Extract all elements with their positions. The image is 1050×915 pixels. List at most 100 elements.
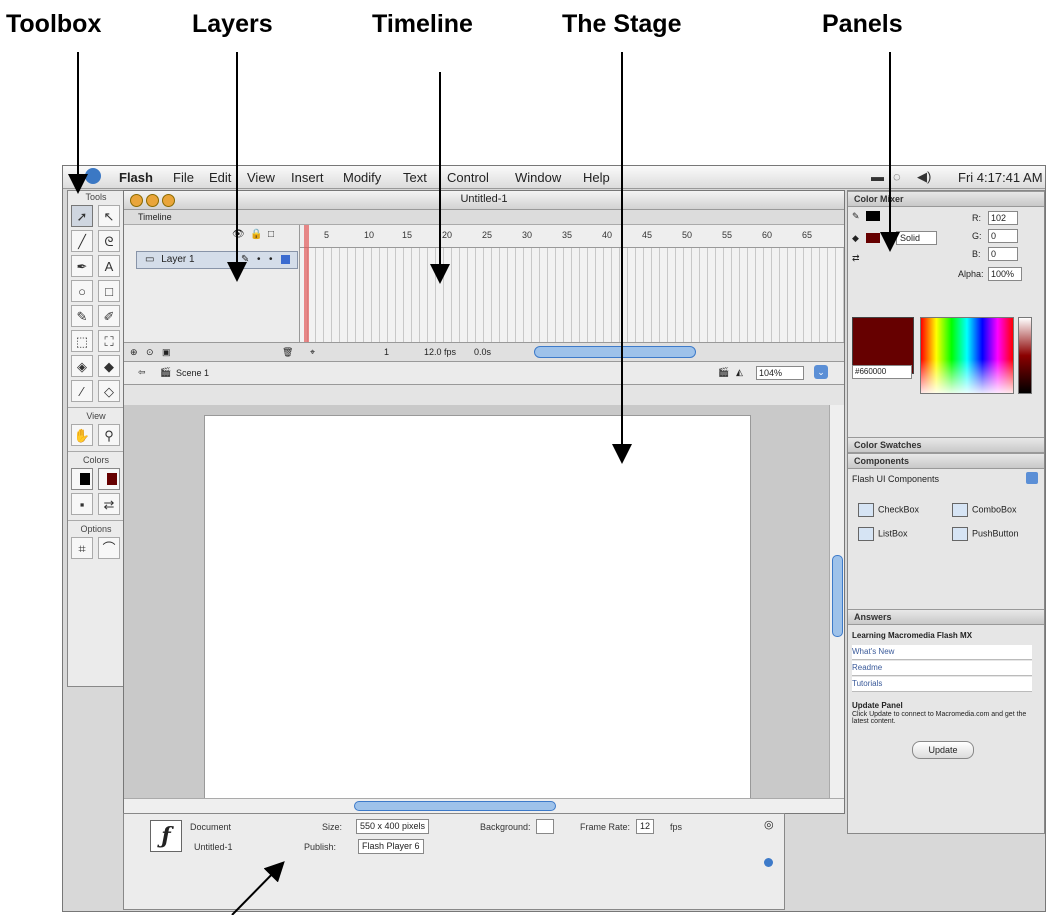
edit-scene-icon[interactable]: 🎬 — [718, 367, 729, 378]
menu-window[interactable]: Window — [515, 170, 561, 185]
outline-icon[interactable]: □ — [268, 229, 274, 240]
update-button[interactable]: Update — [912, 741, 974, 759]
subselect-tool-icon[interactable]: ↖ — [98, 205, 120, 227]
alpha-input[interactable]: 100% — [988, 267, 1022, 281]
answers-header[interactable]: Answers — [848, 609, 1044, 625]
timeline-frames[interactable]: 5 10 15 20 25 30 35 40 45 50 55 60 65 — [300, 225, 844, 361]
menu-edit[interactable]: Edit — [209, 170, 231, 185]
fill-type-select[interactable]: Solid — [896, 231, 937, 245]
text-tool-icon[interactable]: A — [98, 255, 120, 277]
component-checkbox[interactable]: CheckBox — [858, 503, 919, 517]
swap-colors-icon[interactable]: ⇄ — [98, 493, 120, 515]
fill-color-swatch[interactable] — [98, 468, 120, 490]
zoom-dropdown-icon[interactable]: ⌄ — [814, 365, 828, 379]
background-color-swatch[interactable] — [536, 819, 554, 834]
timeline-scroll-thumb[interactable] — [534, 346, 696, 358]
stage[interactable] — [204, 415, 751, 800]
menu-app-name[interactable]: Flash — [119, 170, 153, 185]
stroke-color-swatch[interactable] — [71, 468, 93, 490]
color-mixer-header[interactable]: Color Mixer — [848, 191, 1044, 207]
visibility-dot-icon[interactable]: • — [257, 252, 261, 268]
lock-dot-icon[interactable]: • — [269, 252, 273, 268]
frame-number: 45 — [642, 230, 653, 240]
zoom-field[interactable]: 104% — [756, 366, 804, 380]
paint-bucket-tool-icon[interactable]: ◆ — [98, 355, 120, 377]
stage-vertical-scrollbar[interactable] — [829, 405, 844, 798]
add-guide-icon[interactable]: ⊙ — [146, 347, 154, 358]
back-arrow-icon[interactable]: ⇦ — [138, 367, 146, 378]
add-layer-icon[interactable]: ⊕ — [130, 347, 138, 358]
color-swatches-header[interactable]: Color Swatches — [848, 437, 1044, 453]
snap-option-icon[interactable]: ⌗ — [71, 537, 93, 559]
frame-number: 55 — [722, 230, 733, 240]
menu-text[interactable]: Text — [403, 170, 427, 185]
answers-link[interactable]: Tutorials — [852, 677, 1032, 692]
r-input[interactable]: 102 — [988, 211, 1018, 225]
ink-bottle-tool-icon[interactable]: ◈ — [71, 355, 93, 377]
center-frame-icon[interactable]: ⌖ — [310, 347, 315, 358]
menu-modify[interactable]: Modify — [343, 170, 381, 185]
stage-horizontal-scroll-thumb[interactable] — [354, 801, 556, 811]
stroke-swatch[interactable] — [866, 211, 880, 221]
free-transform-tool-icon[interactable]: ⬚ — [71, 330, 93, 352]
component-combobox[interactable]: ComboBox — [952, 503, 1017, 517]
default-colors-icon[interactable]: ▪ — [71, 493, 93, 515]
menu-file[interactable]: File — [173, 170, 194, 185]
stage-vertical-scroll-thumb[interactable] — [832, 555, 843, 637]
frame-number: 10 — [364, 230, 375, 240]
stroke-icon[interactable]: ✎ — [852, 211, 860, 222]
timeline-header[interactable]: Timeline — [124, 210, 844, 225]
playhead[interactable] — [304, 225, 309, 361]
zoom-tool-icon[interactable]: ⚲ — [98, 424, 120, 446]
fill-transform-tool-icon[interactable]: ⛶ — [98, 330, 120, 352]
answers-link[interactable]: Readme — [852, 661, 1032, 676]
menu-view[interactable]: View — [247, 170, 275, 185]
publish-settings-button[interactable]: Flash Player 6 — [358, 839, 424, 854]
components-header[interactable]: Components — [848, 453, 1044, 469]
smooth-option-icon[interactable]: ⌒ — [98, 537, 120, 559]
lasso-tool-icon[interactable]: ᘓ — [98, 230, 120, 252]
outline-color-icon[interactable] — [281, 255, 290, 264]
menu-help[interactable]: Help — [583, 170, 610, 185]
line-tool-icon[interactable]: ╱ — [71, 230, 93, 252]
framerate-input[interactable]: 12 — [636, 819, 655, 834]
hand-tool-icon[interactable]: ✋ — [71, 424, 93, 446]
oval-tool-icon[interactable]: ○ — [71, 280, 93, 302]
pen-tool-icon[interactable]: ✒ — [71, 255, 93, 277]
eye-icon[interactable]: 👁 — [232, 229, 245, 240]
fill-icon[interactable]: ◆ — [852, 233, 859, 244]
menu-insert[interactable]: Insert — [291, 170, 324, 185]
lock-icon[interactable]: 🔒 — [250, 229, 262, 240]
display-icon[interactable]: ▬ — [871, 169, 884, 184]
eraser-tool-icon[interactable]: ◇ — [98, 380, 120, 402]
rectangle-tool-icon[interactable]: □ — [98, 280, 120, 302]
b-input[interactable]: 0 — [988, 247, 1018, 261]
swap-icon[interactable]: ⇄ — [852, 253, 860, 264]
menu-control[interactable]: Control — [447, 170, 489, 185]
arrow-tool-icon[interactable]: ➚ — [71, 205, 93, 227]
apple-icon[interactable] — [85, 168, 101, 184]
component-set-dropdown-icon[interactable] — [1026, 472, 1038, 484]
fill-swatch[interactable] — [866, 233, 880, 243]
trash-icon[interactable]: 🗑 — [282, 347, 293, 358]
size-button[interactable]: 550 x 400 pixels — [356, 819, 430, 834]
speech-icon[interactable]: ◌ — [893, 169, 901, 184]
component-pushbutton[interactable]: PushButton — [952, 527, 1019, 541]
component-set-select[interactable]: Flash UI Components — [852, 473, 1012, 485]
volume-icon[interactable]: ◀) — [917, 169, 931, 185]
help-icon[interactable]: ◎ — [764, 818, 774, 831]
expand-icon[interactable] — [764, 858, 773, 867]
answers-link[interactable]: What's New — [852, 645, 1032, 660]
g-input[interactable]: 0 — [988, 229, 1018, 243]
frame-ruler[interactable]: 5 10 15 20 25 30 35 40 45 50 55 60 65 — [300, 225, 844, 248]
brush-tool-icon[interactable]: ✐ — [98, 305, 120, 327]
add-folder-icon[interactable]: ▣ — [162, 347, 171, 358]
eyedropper-tool-icon[interactable]: ⁄ — [71, 380, 93, 402]
hex-input[interactable]: #660000 — [852, 365, 912, 379]
component-listbox[interactable]: ListBox — [858, 527, 908, 541]
pencil-tool-icon[interactable]: ✎ — [71, 305, 93, 327]
edit-symbols-icon[interactable]: ◭ — [736, 367, 743, 378]
scene-name[interactable]: Scene 1 — [176, 368, 209, 378]
stage-horizontal-scrollbar[interactable] — [124, 798, 844, 813]
layer-row[interactable]: ▭ Layer 1 ✎ • • — [136, 251, 298, 269]
